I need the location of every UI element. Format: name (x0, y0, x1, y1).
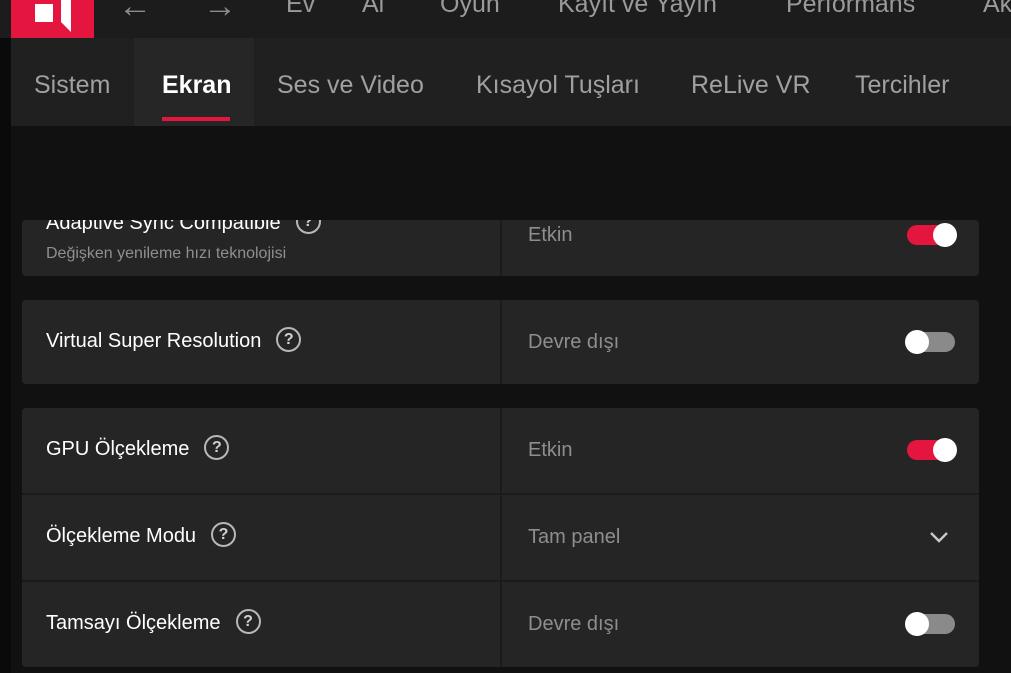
tab-tercihler[interactable]: Tercihler (855, 38, 949, 126)
help-icon[interactable]: ? (204, 435, 230, 460)
setting-label-wrap: Ölçekleme Modu? (46, 522, 237, 549)
setting-label: Tamsayı Ölçekleme (46, 611, 221, 634)
setting-label-wrap: Adaptive Sync Compatible? (46, 220, 321, 236)
setting-label-cell: Adaptive Sync Compatible? Değişken yenil… (22, 220, 500, 276)
setting-value-cell: Devre dışı (502, 300, 979, 384)
setting-label-wrap: GPU Ölçekleme? (46, 435, 230, 462)
toggle-knob (905, 612, 929, 636)
tab-ses-ve-video[interactable]: Ses ve Video (277, 38, 424, 126)
tab-ekran[interactable]: Ekran (162, 38, 231, 126)
setting-label-cell: Tamsayı Ölçekleme? (22, 582, 500, 667)
setting-label-wrap: Tamsayı Ölçekleme? (46, 609, 261, 636)
setting-row-tamsayi-olcekleme: Tamsayı Ölçekleme? Devre dışı (22, 582, 979, 667)
window-left-edge (0, 0, 11, 673)
nav-item-al[interactable]: Al (362, 0, 384, 20)
tamsayi-olcekleme-toggle[interactable] (905, 612, 955, 636)
tab-relive-vr[interactable]: ReLive VR (691, 38, 811, 126)
setting-label: Virtual Super Resolution (46, 329, 262, 352)
setting-value-cell: Etkin (502, 408, 979, 493)
amd-logo[interactable] (11, 0, 94, 38)
toggle-knob (933, 438, 957, 462)
nav-item-ev[interactable]: Ev (286, 0, 315, 20)
setting-value: Devre dışı (528, 613, 620, 635)
setting-value-cell: Etkin (502, 220, 979, 276)
nav-item-ak[interactable]: Ak (983, 0, 1011, 20)
help-icon[interactable]: ? (276, 327, 302, 352)
setting-label-cell: GPU Ölçekleme? (22, 408, 500, 493)
setting-row-virtual-super-resolution: Virtual Super Resolution? Devre dışı (22, 300, 979, 384)
settings-subtab-bar: Sistem Ekran Ses ve Video Kısayol Tuşlar… (11, 38, 1011, 126)
setting-value: Devre dışı (528, 331, 620, 353)
settings-content-area[interactable]: Adaptive Sync Compatible? Değişken yenil… (11, 126, 1011, 673)
forward-arrow-icon[interactable]: → (200, 0, 240, 26)
setting-row-olcekleme-modu: Ölçekleme Modu? Tam panel (22, 495, 979, 580)
help-icon[interactable]: ? (211, 522, 237, 547)
setting-value-cell: Devre dışı (502, 582, 979, 667)
setting-label-cell: Ölçekleme Modu? (22, 495, 500, 580)
gpu-scaling-card: GPU Ölçekleme? Etkin Ölçekleme Modu? Tam… (22, 408, 979, 667)
setting-label-wrap: Virtual Super Resolution? (46, 327, 302, 354)
setting-value: Etkin (528, 224, 573, 246)
toggle-knob (905, 330, 929, 354)
virtual-super-resolution-card: Virtual Super Resolution? Devre dışı (22, 300, 979, 384)
top-navigation-bar: ← → Ev Al Oyun Kayıt ve Yayın Performans… (0, 0, 1011, 38)
amd-logo-icon (35, 0, 71, 32)
setting-description: Değişken yenileme hızı teknolojisi (46, 245, 287, 262)
help-icon[interactable]: ? (295, 220, 321, 234)
dropdown-selected-value: Tam panel (528, 526, 621, 548)
back-arrow-icon[interactable]: ← (115, 0, 155, 26)
tab-sistem[interactable]: Sistem (34, 38, 110, 126)
virtual-super-resolution-toggle[interactable] (905, 330, 955, 354)
chevron-down-icon (930, 532, 948, 543)
toggle-knob (933, 223, 957, 247)
setting-row-gpu-olcekleme: GPU Ölçekleme? Etkin (22, 408, 979, 493)
setting-label: GPU Ölçekleme (46, 437, 190, 460)
nav-item-oyun[interactable]: Oyun (440, 0, 500, 20)
adaptive-sync-card: Adaptive Sync Compatible? Değişken yenil… (22, 220, 979, 276)
active-tab-underline (162, 117, 230, 121)
setting-label: Adaptive Sync Compatible (46, 220, 281, 234)
setting-row-adaptive-sync: Adaptive Sync Compatible? Değişken yenil… (22, 220, 979, 276)
nav-item-performans[interactable]: Performans (786, 0, 915, 20)
olcekleme-modu-dropdown[interactable]: Tam panel (502, 495, 979, 580)
adaptive-sync-toggle[interactable] (907, 223, 957, 247)
help-icon[interactable]: ? (235, 609, 261, 634)
nav-item-kayit-ve-yayin[interactable]: Kayıt ve Yayın (558, 0, 717, 20)
setting-value: Etkin (528, 439, 573, 461)
setting-label-cell: Virtual Super Resolution? (22, 300, 500, 384)
setting-label: Ölçekleme Modu (46, 524, 197, 547)
gpu-olcekleme-toggle[interactable] (907, 438, 957, 462)
tab-kisayol-tuslari[interactable]: Kısayol Tuşları (476, 38, 640, 126)
